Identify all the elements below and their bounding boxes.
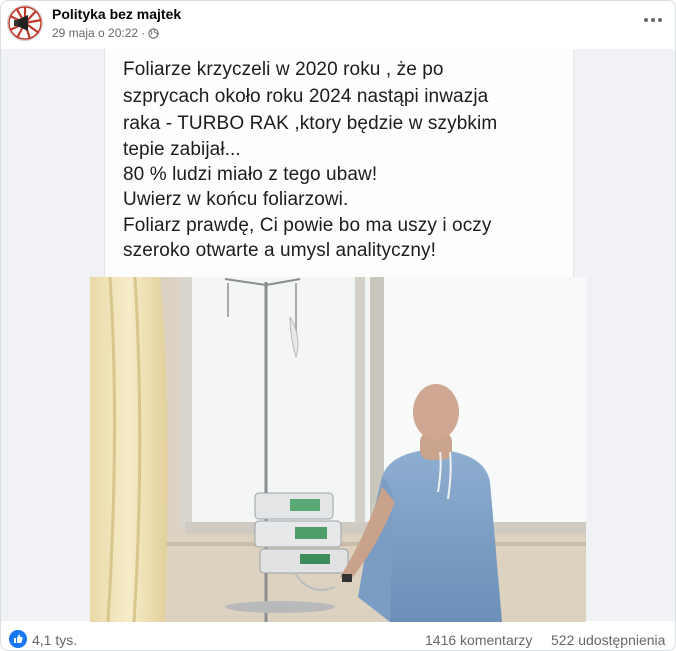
like-icon[interactable]	[9, 630, 27, 648]
shares-count[interactable]: 522 udostępnienia	[551, 632, 665, 648]
page-avatar[interactable]	[7, 5, 43, 41]
more-dot	[658, 18, 662, 22]
more-dot	[651, 18, 655, 22]
text-line: tepie zabijał...	[123, 139, 241, 160]
post-media[interactable]: Foliarze krzyczeli w 2020 roku , że po s…	[1, 49, 675, 622]
text-line: szprycach około roku 2024 nastąpi inwazj…	[123, 86, 489, 107]
facebook-post: Polityka bez majtek 29 maja o 20:22 · Fo…	[0, 0, 676, 651]
more-options-icon	[644, 18, 648, 22]
text-line: szeroko otwarte a umysl analityczny!	[123, 240, 436, 261]
more-options-button[interactable]	[641, 11, 665, 29]
post-stats: 4,1 tys. 1416 komentarzy 522 udostępnien…	[1, 621, 675, 650]
page-name-link[interactable]: Polityka bez majtek	[52, 6, 181, 22]
reactions-count[interactable]: 4,1 tys.	[32, 632, 77, 648]
text-line: Uwierz w końcu foliarzowi.	[123, 189, 349, 210]
megaphone-logo-icon	[8, 6, 42, 40]
text-line: raka - TURBO RAK ,ktory będzie w szybkim	[123, 113, 498, 134]
post-meta: 29 maja o 20:22 ·	[52, 26, 159, 40]
text-card: Foliarze krzyczeli w 2020 roku , że po s…	[104, 49, 574, 277]
text-line: Foliarze krzyczeli w 2020 roku , że po	[123, 59, 444, 80]
meta-separator: ·	[141, 26, 146, 40]
hospital-patient-photo[interactable]	[90, 277, 586, 622]
comments-count[interactable]: 1416 komentarzy	[425, 632, 532, 648]
post-date[interactable]: 29 maja o 20:22	[52, 26, 138, 40]
text-line: 80 % ludzi miało z tego ubaw!	[123, 164, 378, 185]
post-header: Polityka bez majtek 29 maja o 20:22 ·	[1, 1, 675, 49]
globe-icon[interactable]	[148, 27, 159, 39]
text-line: Foliarz prawdę, Ci powie bo ma uszy i oc…	[123, 215, 492, 236]
